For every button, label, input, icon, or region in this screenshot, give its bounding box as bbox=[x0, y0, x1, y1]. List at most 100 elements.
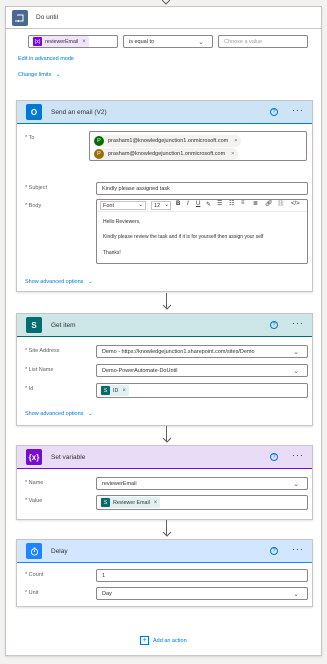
subject-input[interactable]: Kindly please assigned task bbox=[96, 182, 308, 195]
more-options-icon[interactable]: ··· bbox=[292, 105, 304, 115]
to-field[interactable]: P prasham1@knowledgejunction1.onmicrosof… bbox=[89, 131, 307, 161]
value-token-label: Reviewer Email bbox=[113, 499, 150, 506]
chevron-down-icon: ⌄ bbox=[55, 72, 61, 78]
condition-left-field[interactable]: {x} reviewerEmail × bbox=[28, 35, 118, 48]
condition-token-label: reviewerEmail bbox=[45, 38, 79, 45]
body-line: Thanks! bbox=[103, 250, 121, 256]
send-email-title: Send an email (V2) bbox=[51, 108, 107, 116]
help-icon[interactable]: ? bbox=[270, 547, 278, 555]
link-icon[interactable]: 🔗︎ bbox=[265, 200, 273, 207]
chevron-down-icon: ⌄ bbox=[198, 39, 204, 46]
more-options-icon[interactable]: ··· bbox=[292, 318, 304, 328]
edit-advanced-link[interactable]: Edit in advanced mode bbox=[18, 56, 74, 62]
sharepoint-icon: S bbox=[101, 498, 110, 507]
chevron-down-icon: ⌄ bbox=[293, 349, 299, 356]
editor-toolbar: Font ⌄ 12 ⌄ B I U ✎ ☰ ☷ ≡ ≣ 🔗︎ ⛓︎ </> bbox=[97, 200, 307, 212]
sharepoint-icon: S bbox=[101, 386, 110, 395]
more-options-icon[interactable]: ··· bbox=[292, 450, 304, 460]
get-item-card: S Get item ? ··· * Site Address Demo - h… bbox=[16, 313, 313, 426]
name-label: * Name bbox=[25, 480, 44, 486]
bullet-list-icon[interactable]: ☰ bbox=[217, 200, 222, 207]
chevron-down-icon: ⌄ bbox=[87, 411, 93, 417]
sharepoint-icon: S bbox=[26, 317, 42, 333]
chevron-down-icon: ⌄ bbox=[164, 202, 169, 208]
remove-token-icon[interactable]: × bbox=[82, 39, 86, 45]
connector-arrow bbox=[162, 426, 172, 445]
delay-card: Delay ? ··· * Count 1 * Unit Day ⌄ bbox=[16, 539, 313, 607]
italic-icon[interactable]: I bbox=[187, 201, 189, 207]
loop-icon bbox=[12, 10, 28, 26]
do-until-title: Do until bbox=[36, 14, 59, 21]
subject-label: * Subject bbox=[25, 185, 48, 191]
condition-value-placeholder: Choose a value bbox=[224, 39, 263, 45]
more-options-icon[interactable]: ··· bbox=[292, 544, 304, 554]
id-label: * Id bbox=[25, 386, 34, 392]
outlook-icon: O bbox=[26, 104, 42, 120]
value-label: * Value bbox=[25, 498, 43, 504]
remove-token-icon[interactable]: × bbox=[122, 388, 126, 394]
to-label: * To bbox=[25, 135, 35, 141]
condition-operator-value: is equal to bbox=[129, 39, 155, 45]
remove-recipient-icon[interactable]: × bbox=[231, 151, 234, 157]
recipient-pill[interactable]: P prasham@knowledgejunction1.onmicrosoft… bbox=[94, 148, 239, 160]
remove-recipient-icon[interactable]: × bbox=[234, 138, 237, 144]
font-select[interactable]: Font ⌄ bbox=[100, 201, 146, 210]
condition-operator-select[interactable]: is equal to ⌄ bbox=[123, 35, 213, 48]
add-action-label: Add an action bbox=[153, 637, 187, 644]
bold-icon[interactable]: B bbox=[176, 201, 180, 207]
remove-token-icon[interactable]: × bbox=[154, 500, 158, 506]
send-email-header[interactable]: O Send an email (V2) ? ··· bbox=[17, 101, 312, 124]
list-name-select[interactable]: Demo-PowerAutomate-DoUntil ⌄ bbox=[96, 364, 308, 377]
variable-name-value: reviewerEmail bbox=[102, 481, 137, 487]
indent-icon[interactable]: ≣ bbox=[253, 200, 258, 207]
help-icon[interactable]: ? bbox=[270, 321, 278, 329]
condition-token[interactable]: {x} reviewerEmail × bbox=[32, 36, 89, 47]
show-advanced-label: Show advanced options bbox=[25, 411, 84, 417]
variable-name-select[interactable]: reviewerEmail ⌄ bbox=[96, 477, 308, 490]
recipient-email: prasham@knowledgejunction1.onmicrosoft.c… bbox=[108, 151, 226, 157]
add-action-button[interactable]: + Add an action bbox=[140, 636, 187, 645]
show-advanced-options-link[interactable]: Show advanced options ⌄ bbox=[25, 279, 93, 285]
unit-select[interactable]: Day ⌄ bbox=[96, 587, 308, 600]
size-select-value: 12 bbox=[154, 203, 161, 209]
do-until-container: Do until {x} reviewerEmail × is equal to… bbox=[5, 6, 322, 656]
show-advanced-options-link[interactable]: Show advanced options ⌄ bbox=[25, 411, 93, 417]
numbered-list-icon[interactable]: ☷ bbox=[229, 200, 234, 207]
recipient-pill[interactable]: P prasham1@knowledgejunction1.onmicrosof… bbox=[94, 135, 242, 147]
id-token[interactable]: S ID × bbox=[100, 385, 129, 396]
body-label: * Body bbox=[25, 203, 42, 209]
set-variable-card: {x} Set variable ? ··· * Name reviewerEm… bbox=[16, 445, 313, 520]
id-input[interactable]: S ID × bbox=[96, 383, 308, 398]
help-icon[interactable]: ? bbox=[270, 108, 278, 116]
do-until-header[interactable]: Do until bbox=[6, 7, 321, 29]
subject-value: Kindly please assigned task bbox=[102, 186, 170, 192]
avatar: P bbox=[94, 136, 104, 146]
delay-header[interactable]: Delay ? ··· bbox=[17, 540, 312, 563]
id-token-label: ID bbox=[113, 387, 119, 394]
variable-icon: {x} bbox=[26, 449, 42, 465]
underline-icon[interactable]: U bbox=[196, 201, 200, 207]
chevron-down-icon: ⌄ bbox=[293, 481, 299, 488]
unlink-icon[interactable]: ⛓︎ bbox=[277, 200, 285, 207]
pen-icon[interactable]: ✎ bbox=[206, 201, 211, 208]
site-address-select[interactable]: Demo - https://knowledgejunction1.sharep… bbox=[96, 345, 308, 358]
variable-value-input[interactable]: S Reviewer Email × bbox=[96, 495, 308, 510]
change-limits-link[interactable]: Change limits ⌄ bbox=[18, 72, 60, 78]
outdent-icon[interactable]: ≡ bbox=[241, 200, 245, 206]
recipient-email: prasham1@knowledgejunction1.onmicrosoft.… bbox=[108, 138, 229, 144]
count-input[interactable]: 1 bbox=[96, 569, 308, 582]
size-select[interactable]: 12 ⌄ bbox=[151, 201, 171, 210]
list-name-value: Demo-PowerAutomate-DoUntil bbox=[102, 368, 178, 374]
code-view-icon[interactable]: </> bbox=[291, 201, 300, 207]
change-limits-label: Change limits bbox=[18, 72, 52, 78]
body-editor[interactable]: Font ⌄ 12 ⌄ B I U ✎ ☰ ☷ ≡ ≣ 🔗︎ ⛓︎ </> He… bbox=[96, 199, 308, 264]
get-item-header[interactable]: S Get item ? ··· bbox=[17, 314, 312, 337]
set-variable-header[interactable]: {x} Set variable ? ··· bbox=[17, 446, 312, 469]
help-icon[interactable]: ? bbox=[270, 453, 278, 461]
unit-label: * Unit bbox=[25, 590, 39, 596]
avatar: P bbox=[94, 149, 104, 159]
show-advanced-label: Show advanced options bbox=[25, 279, 84, 285]
value-token[interactable]: S Reviewer Email × bbox=[100, 497, 161, 508]
condition-value-input[interactable]: Choose a value bbox=[218, 35, 308, 48]
font-select-value: Font bbox=[103, 203, 115, 209]
